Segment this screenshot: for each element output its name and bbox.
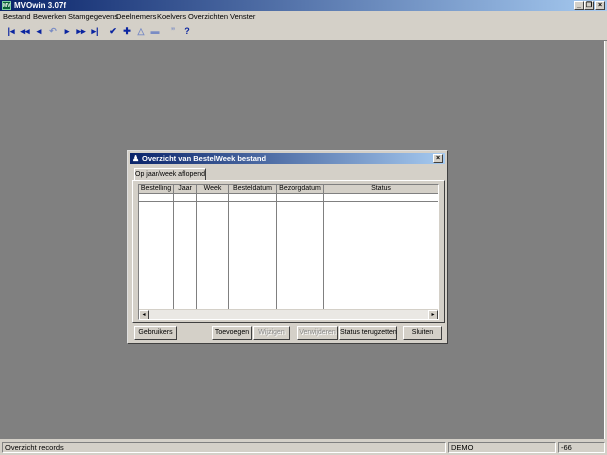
grid-horizontal-scrollbar[interactable]: ◂ ▸ xyxy=(139,309,438,319)
bestelweek-dialog: ♟ Overzicht van BestelWeek bestand × Op … xyxy=(127,150,448,344)
column-header-bestelling[interactable]: Bestelling xyxy=(139,185,174,194)
status-mode: DEMO xyxy=(448,442,556,453)
scroll-right-icon[interactable]: ▸ xyxy=(428,310,438,319)
status-bar: Overzicht records DEMO -66 xyxy=(0,440,607,455)
restore-icon[interactable]: ❐ xyxy=(584,1,594,10)
column-header-week[interactable]: Week xyxy=(197,185,229,194)
dialog-title: Overzicht van BestelWeek bestand xyxy=(142,154,267,163)
menu-bewerken[interactable]: Bewerken xyxy=(33,12,66,22)
quote-icon[interactable]: ” xyxy=(167,25,179,37)
close-icon[interactable]: × xyxy=(595,1,605,10)
column-header-jaar[interactable]: Jaar xyxy=(174,185,197,194)
app-title-bar: MV MVOwin 3.07f _ ❐ × xyxy=(0,0,607,11)
column-header-besteldatum[interactable]: Besteldatum xyxy=(229,185,277,194)
menu-venster[interactable]: Venster xyxy=(230,12,255,22)
close-button[interactable]: Sluiten xyxy=(403,326,442,340)
scroll-left-icon[interactable]: ◂ xyxy=(139,310,149,319)
empty-table-row[interactable] xyxy=(139,201,438,202)
app-icon: MV xyxy=(2,1,11,10)
delete-minus-icon[interactable]: ▬ xyxy=(149,25,161,37)
menu-koelvers[interactable]: Koelvers xyxy=(157,12,186,22)
previous-page-icon[interactable]: ◂◂ xyxy=(19,25,31,37)
add-plus-icon[interactable]: ✚ xyxy=(121,25,133,37)
column-divider xyxy=(228,194,229,309)
person-icon: ♟ xyxy=(132,154,140,163)
previous-record-icon[interactable]: ◂ xyxy=(33,25,45,37)
column-header-status[interactable]: Status xyxy=(324,185,438,194)
menu-bestand[interactable]: Bestand xyxy=(3,12,31,22)
column-divider xyxy=(276,194,277,309)
minimize-icon[interactable]: _ xyxy=(574,1,584,10)
toolbar: |◂ ◂◂ ◂ ↶ ▸ ▸▸ ▸| ✔ ✚ △ ▬ ” ? xyxy=(0,23,607,41)
next-record-icon[interactable]: ▸ xyxy=(61,25,73,37)
dialog-title-bar: ♟ Overzicht van BestelWeek bestand × xyxy=(130,153,445,164)
menu-bar: Bestand Bewerken Stamgegevens Deelnemers… xyxy=(0,11,607,23)
first-record-icon[interactable]: |◂ xyxy=(5,25,17,37)
records-grid[interactable]: Bestelling Jaar Week Besteldatum Bezorgd… xyxy=(138,184,439,320)
add-button[interactable]: Toevoegen xyxy=(212,326,252,340)
dialog-close-icon[interactable]: × xyxy=(433,154,443,163)
delete-button[interactable]: Verwijderen xyxy=(297,326,338,340)
edit-triangle-icon[interactable]: △ xyxy=(135,25,147,37)
reset-status-button[interactable]: Status terugzetten xyxy=(339,326,397,340)
next-page-icon[interactable]: ▸▸ xyxy=(75,25,87,37)
status-text: Overzicht records xyxy=(2,442,446,453)
status-value: -66 xyxy=(558,442,605,453)
last-record-icon[interactable]: ▸| xyxy=(89,25,101,37)
refresh-icon[interactable]: ↶ xyxy=(47,25,59,37)
menu-deelnemers[interactable]: Deelnemers xyxy=(116,12,156,22)
app-title: MVOwin 3.07f xyxy=(14,1,67,10)
column-divider xyxy=(173,194,174,309)
help-icon[interactable]: ? xyxy=(181,25,193,37)
column-divider xyxy=(196,194,197,309)
confirm-check-icon[interactable]: ✔ xyxy=(107,25,119,37)
menu-overzichten[interactable]: Overzichten xyxy=(188,12,228,22)
users-button[interactable]: Gebruikers xyxy=(134,326,177,340)
column-header-bezorgdatum[interactable]: Bezorgdatum xyxy=(277,185,324,194)
column-divider xyxy=(323,194,324,309)
menu-stamgegevens[interactable]: Stamgegevens xyxy=(68,12,118,22)
edit-button[interactable]: Wijzigen xyxy=(253,326,290,340)
